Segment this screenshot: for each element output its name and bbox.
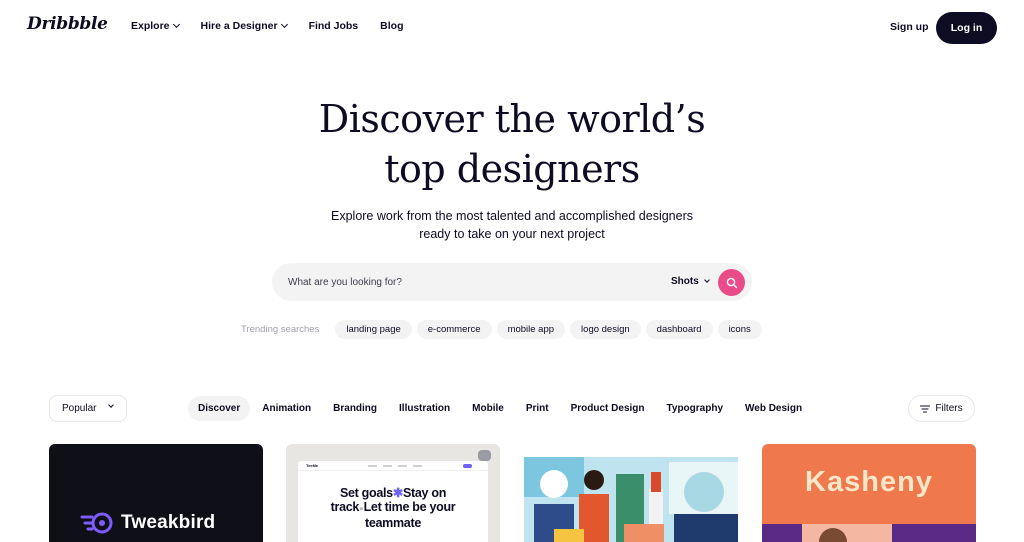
tab-product-design[interactable]: Product Design: [561, 396, 655, 421]
nav-explore-label: Explore: [131, 20, 170, 32]
nav-explore[interactable]: Explore: [131, 20, 180, 32]
search-bar: Shots: [272, 263, 752, 301]
trending-tag-logo-design[interactable]: logo design: [570, 320, 641, 339]
nav-find-jobs-label: Find Jobs: [308, 20, 359, 32]
tab-discover[interactable]: Discover: [188, 396, 251, 421]
tab-branding[interactable]: Branding: [323, 396, 387, 421]
filters-button[interactable]: Filters: [908, 395, 975, 422]
filter-icon: [920, 404, 931, 413]
shot-preview: TeeMe Set goals✱Stay on track●Let time b…: [298, 461, 488, 542]
mock-cta: [463, 464, 472, 468]
chevron-down-icon: [280, 20, 288, 29]
shot-card[interactable]: Kasheny: [762, 444, 976, 542]
chevron-down-icon: [108, 402, 114, 408]
trending-tag-icons[interactable]: icons: [717, 320, 762, 339]
chevron-down-icon: [703, 277, 710, 283]
nav-links: Explore Hire a Designer Find Jobs Blog: [131, 20, 425, 32]
mock-nav-links: [368, 465, 422, 467]
tweakbird-logo-icon: [80, 512, 113, 534]
top-navigation: Dribbble Explore Hire a Designer Find Jo…: [0, 0, 1024, 56]
filters-label: Filters: [935, 403, 963, 414]
shot-brand-text: Kasheny: [805, 466, 933, 498]
hero-subtitle: Explore work from the most talented and …: [312, 207, 712, 243]
tab-typography[interactable]: Typography: [657, 396, 733, 421]
sparkle-icon: ✱: [392, 486, 403, 500]
hero-subtitle-line2: ready to take on your next project: [419, 227, 605, 241]
nav-hire-designer-label: Hire a Designer: [200, 20, 278, 32]
mock-headline-part: teammate: [365, 516, 421, 530]
shot-card[interactable]: Tweakbird: [49, 444, 263, 542]
tab-mobile[interactable]: Mobile: [462, 396, 514, 421]
sort-dropdown[interactable]: Popular: [49, 395, 127, 422]
shot-brand: Tweakbird: [80, 510, 215, 536]
sort-dropdown-label: Popular: [62, 403, 97, 414]
tab-illustration[interactable]: Illustration: [389, 396, 460, 421]
hero-title-line1: Discover the world’s: [318, 97, 706, 141]
hero-title-line2: top designers: [384, 147, 640, 191]
trending-label: Trending searches: [241, 324, 320, 335]
dribbble-logo[interactable]: Dribbble: [27, 14, 108, 34]
sign-up-link[interactable]: Sign up: [890, 21, 929, 33]
trending-searches: Trending searches landing page e-commerc…: [241, 320, 767, 339]
tab-print[interactable]: Print: [516, 396, 559, 421]
video-icon: [478, 450, 491, 461]
tab-web-design[interactable]: Web Design: [735, 396, 812, 421]
log-in-button[interactable]: Log in: [936, 12, 997, 44]
nav-hire-designer[interactable]: Hire a Designer: [200, 20, 288, 32]
mock-headline-part: track: [330, 500, 360, 514]
search-type-dropdown[interactable]: Shots: [671, 276, 710, 287]
trending-tag-e-commerce[interactable]: e-commerce: [416, 320, 492, 339]
search-button[interactable]: [718, 269, 745, 296]
nav-blog-label: Blog: [380, 20, 404, 32]
trending-tag-landing-page[interactable]: landing page: [335, 320, 412, 339]
mock-brand: TeeMe: [306, 463, 319, 468]
trending-tag-mobile-app[interactable]: mobile app: [496, 320, 566, 339]
mock-headline: Set goals✱Stay on track●Let time be your…: [298, 486, 488, 530]
mock-headline-part: Stay on: [403, 486, 447, 500]
search-type-label: Shots: [671, 276, 699, 287]
mock-headline-part: Set goals: [339, 486, 393, 500]
shot-card[interactable]: TeeMe Set goals✱Stay on track●Let time b…: [286, 444, 500, 542]
mock-navbar: TeeMe: [298, 461, 488, 471]
hero-title: Discover the world’s top designers: [0, 94, 1024, 194]
tab-animation[interactable]: Animation: [252, 396, 321, 421]
search-icon: [726, 277, 737, 288]
shot-photo: [802, 524, 892, 542]
nav-blog[interactable]: Blog: [380, 20, 403, 32]
trending-tag-dashboard[interactable]: dashboard: [645, 320, 713, 339]
category-tabs: Discover Animation Branding Illustration…: [188, 396, 814, 421]
search-input[interactable]: [288, 274, 648, 290]
shot-card[interactable]: [524, 444, 738, 542]
nav-find-jobs[interactable]: Find Jobs: [309, 20, 359, 32]
illustration-image: [524, 457, 738, 542]
mock-headline-part: Let time be your: [363, 500, 456, 514]
shot-brand-text: Tweakbird: [121, 512, 216, 533]
hero-subtitle-line1: Explore work from the most talented and …: [331, 209, 693, 223]
chevron-down-icon: [172, 20, 180, 29]
